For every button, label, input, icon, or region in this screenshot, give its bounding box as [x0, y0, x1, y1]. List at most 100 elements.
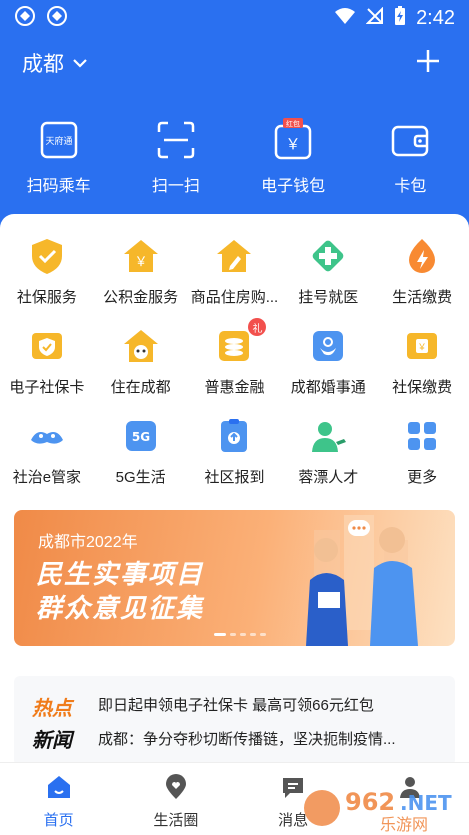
- profile-icon: [396, 773, 424, 801]
- news-item[interactable]: 成都：争分夺秒切断传播链，坚决扼制疫情...: [98, 728, 396, 749]
- wifi-icon: [334, 7, 356, 30]
- quick-action-label: 扫码乘车: [26, 178, 91, 195]
- quick-action-scan[interactable]: 扫一扫: [121, 118, 231, 196]
- lightning-icon: [402, 236, 442, 276]
- svg-text:￥: ￥: [418, 343, 427, 353]
- city-selector[interactable]: 成都: [22, 48, 88, 78]
- banner-title-line1: 民生实事项目: [36, 559, 205, 589]
- talent-icon: [308, 416, 348, 456]
- service-label: 成都婚事通: [290, 379, 366, 396]
- gift-badge: 礼: [248, 318, 267, 336]
- checkin-icon: [214, 416, 254, 456]
- service-label: 公积金服务: [103, 289, 179, 306]
- service-marriage[interactable]: 成都婚事通: [282, 326, 374, 416]
- add-button[interactable]: [415, 44, 441, 80]
- service-utility-payment[interactable]: 生活缴费: [376, 236, 468, 326]
- service-row: 社治e管家 5G 5G生活 社区报到 蓉漂人才 更多: [0, 416, 469, 506]
- service-e-social-card[interactable]: 电子社保卡: [1, 326, 93, 416]
- banner-dot[interactable]: [214, 633, 226, 636]
- city-name: 成都: [22, 53, 64, 76]
- bottom-tab-bar: 首页 生活圈 消息: [0, 762, 469, 835]
- notification-icon: [14, 5, 36, 32]
- scan-icon: [154, 118, 198, 162]
- news-tag-news: 新闻: [32, 730, 72, 752]
- service-label: 更多: [407, 469, 438, 486]
- service-label: 社保缴费: [392, 379, 453, 396]
- transit-card-icon-text: 天府通: [45, 135, 72, 147]
- location-heart-icon: [162, 773, 190, 801]
- service-more[interactable]: 更多: [376, 416, 468, 506]
- chevron-down-icon: [72, 51, 88, 75]
- service-social-payment[interactable]: ￥ 社保缴费: [376, 326, 468, 416]
- service-community-checkin[interactable]: 社区报到: [188, 416, 280, 506]
- marriage-icon: [308, 326, 348, 366]
- status-bar: 2:42: [0, 0, 469, 36]
- wallet-badge-text: 红包: [286, 119, 300, 128]
- banner-title-line2: 群众意见征集: [36, 593, 205, 623]
- news-tag-hot: 热点: [32, 698, 72, 720]
- coins-icon: 礼: [214, 318, 267, 366]
- payment-icon: ￥: [402, 326, 442, 366]
- battery-icon: [394, 5, 406, 31]
- 5g-icon: 5G: [121, 416, 161, 456]
- quick-action-wallet[interactable]: 红包 ￥ 电子钱包: [238, 118, 348, 196]
- service-row: 电子社保卡 住在成都 礼 普惠金融 成都婚事通 ￥ 社保缴费: [0, 318, 469, 416]
- service-label: 普惠金融: [204, 379, 265, 396]
- header: 成都 天府通 扫码乘车 扫一扫 红包 ￥ 电子钱包 卡包: [0, 36, 469, 232]
- quick-action-label: 卡包: [394, 178, 427, 195]
- service-label: 社治e管家: [12, 469, 82, 486]
- medical-cross-icon: [308, 236, 348, 276]
- service-label: 蓉漂人才: [298, 469, 359, 486]
- service-finance[interactable]: 礼 普惠金融: [188, 318, 280, 416]
- tab-life-circle[interactable]: 生活圈: [121, 763, 231, 835]
- hot-news: 热点 新闻 即日起申领电子社保卡 最高可领66元红包 成都：争分夺秒切断传播链，…: [14, 676, 455, 766]
- service-hospital[interactable]: 挂号就医: [282, 236, 374, 326]
- quick-action-cards[interactable]: 卡包: [355, 118, 465, 196]
- banner-dot[interactable]: [240, 633, 246, 636]
- service-housing-fund[interactable]: ￥ 公积金服务: [95, 236, 187, 326]
- tab-label: 生活圈: [153, 812, 199, 829]
- service-talent[interactable]: 蓉漂人才: [282, 416, 374, 506]
- service-community-manager[interactable]: 社治e管家: [1, 416, 93, 506]
- service-5g-life[interactable]: 5G 5G生活: [95, 416, 187, 506]
- svg-text:￥: ￥: [134, 255, 147, 270]
- banner-pagination[interactable]: [214, 633, 266, 636]
- banner-dot[interactable]: [230, 633, 236, 636]
- news-item[interactable]: 即日起申领电子社保卡 最高可领66元红包: [98, 694, 374, 715]
- service-label: 电子社保卡: [9, 379, 85, 396]
- tab-label: 首页: [43, 812, 74, 829]
- wallet-icon: 红包 ￥: [271, 118, 315, 162]
- service-social-security[interactable]: 社保服务: [1, 236, 93, 326]
- house-pencil-icon: [214, 236, 254, 276]
- quick-action-label: 电子钱包: [261, 178, 326, 195]
- tab-home[interactable]: 首页: [4, 763, 114, 835]
- service-label: 商品住房购...: [190, 289, 279, 306]
- quick-actions: 天府通 扫码乘车 扫一扫 红包 ￥ 电子钱包 卡包: [0, 118, 469, 196]
- service-label: 挂号就医: [298, 289, 359, 306]
- quick-action-label: 扫一扫: [151, 178, 200, 195]
- panda-house-icon: [121, 326, 161, 366]
- banner-dot[interactable]: [260, 633, 266, 636]
- service-label: 社区报到: [204, 469, 265, 486]
- transit-card-icon: 天府通: [37, 118, 81, 162]
- service-live-in-chengdu[interactable]: 住在成都: [95, 326, 187, 416]
- tab-label: 消息: [278, 812, 309, 829]
- service-label: 5G生活: [115, 469, 166, 486]
- banner-dot[interactable]: [250, 633, 256, 636]
- tab-messages[interactable]: 消息: [238, 763, 348, 835]
- service-housing-purchase[interactable]: 商品住房购...: [188, 236, 280, 326]
- no-signal-icon: [365, 6, 384, 30]
- service-grid: 社保服务 ￥ 公积金服务 商品住房购... 挂号就医 生活缴费 电子社保卡 住在…: [0, 236, 469, 506]
- home-icon: [45, 773, 73, 801]
- tab-profile[interactable]: [355, 763, 465, 835]
- service-row: 社保服务 ￥ 公积金服务 商品住房购... 挂号就医 生活缴费: [0, 236, 469, 326]
- quick-action-transit[interactable]: 天府通 扫码乘车: [4, 118, 114, 196]
- social-card-icon: [27, 326, 67, 366]
- promo-banner[interactable]: 成都市2022年 民生实事项目 群众意见征集: [14, 510, 455, 646]
- svg-text:5G: 5G: [132, 430, 150, 444]
- svg-text:￥: ￥: [286, 135, 301, 153]
- community-icon: [27, 416, 67, 456]
- message-icon: [279, 773, 307, 801]
- house-fund-icon: ￥: [121, 236, 161, 276]
- status-time: 2:42: [416, 6, 455, 29]
